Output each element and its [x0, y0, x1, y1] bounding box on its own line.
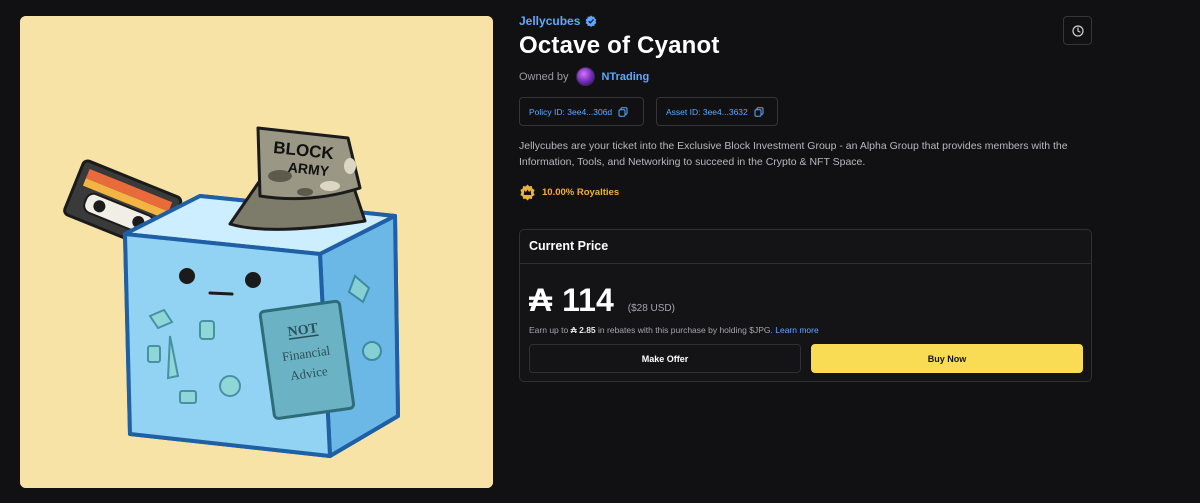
royalties-text: 10.00% Royalties	[542, 187, 620, 198]
policy-id-text: Policy ID: 3ee4...306d	[529, 106, 613, 117]
jellycube-illustration: NOT Financial Advice BLOCK ARMY	[20, 16, 493, 488]
copy-icon[interactable]	[618, 106, 628, 117]
price-card: Current Price ₳ 114 ($28 USD) Earn up to…	[519, 229, 1092, 382]
book: NOT Financial Advice	[258, 299, 356, 420]
asset-id-chip[interactable]: Asset ID: 3ee4...3632	[656, 97, 778, 126]
price-amount: 114	[562, 282, 614, 318]
learn-more-link[interactable]: Learn more	[775, 325, 818, 335]
verified-badge-icon	[586, 15, 597, 27]
history-button[interactable]	[1063, 16, 1092, 45]
nft-artwork[interactable]: NOT Financial Advice BLOCK ARMY	[20, 16, 493, 488]
buy-now-button[interactable]: Buy Now	[811, 344, 1083, 373]
royalty-crown-icon	[520, 184, 535, 201]
owner-name[interactable]: NTrading	[602, 71, 650, 83]
royalties-badge: 10.00% Royalties	[519, 184, 619, 201]
ada-currency-icon: ₳	[529, 282, 553, 318]
price-usd: ($28 USD)	[627, 303, 675, 314]
price-row: ₳ 114 ($28 USD)	[529, 282, 675, 319]
make-offer-button[interactable]: Make Offer	[529, 344, 801, 373]
owner-label: Owned by	[519, 70, 569, 83]
rebate-amount: ₳ 2.85	[570, 325, 596, 335]
policy-id-chip[interactable]: Policy ID: 3ee4...306d	[519, 97, 644, 126]
asset-id-text: Asset ID: 3ee4...3632	[666, 106, 748, 117]
asset-title: Octave of Cyanot	[519, 32, 720, 59]
price-header: Current Price	[520, 230, 1091, 264]
asset-description: Jellycubes are your ticket into the Excl…	[519, 140, 1068, 168]
collection-name[interactable]: Jellycubes	[519, 14, 580, 28]
copy-icon[interactable]	[754, 106, 764, 117]
rebate-info: Earn up to ₳ 2.85 in rebates with this p…	[529, 325, 819, 335]
rebate-suffix: in rebates with this purchase by holding…	[598, 325, 773, 335]
clock-icon	[1071, 24, 1084, 37]
rebate-prefix: Earn up to	[529, 325, 569, 335]
owner-avatar[interactable]	[575, 67, 595, 86]
collection-link[interactable]: Jellycubes	[519, 14, 597, 28]
owner-row: Owned by NTrading	[519, 67, 649, 86]
